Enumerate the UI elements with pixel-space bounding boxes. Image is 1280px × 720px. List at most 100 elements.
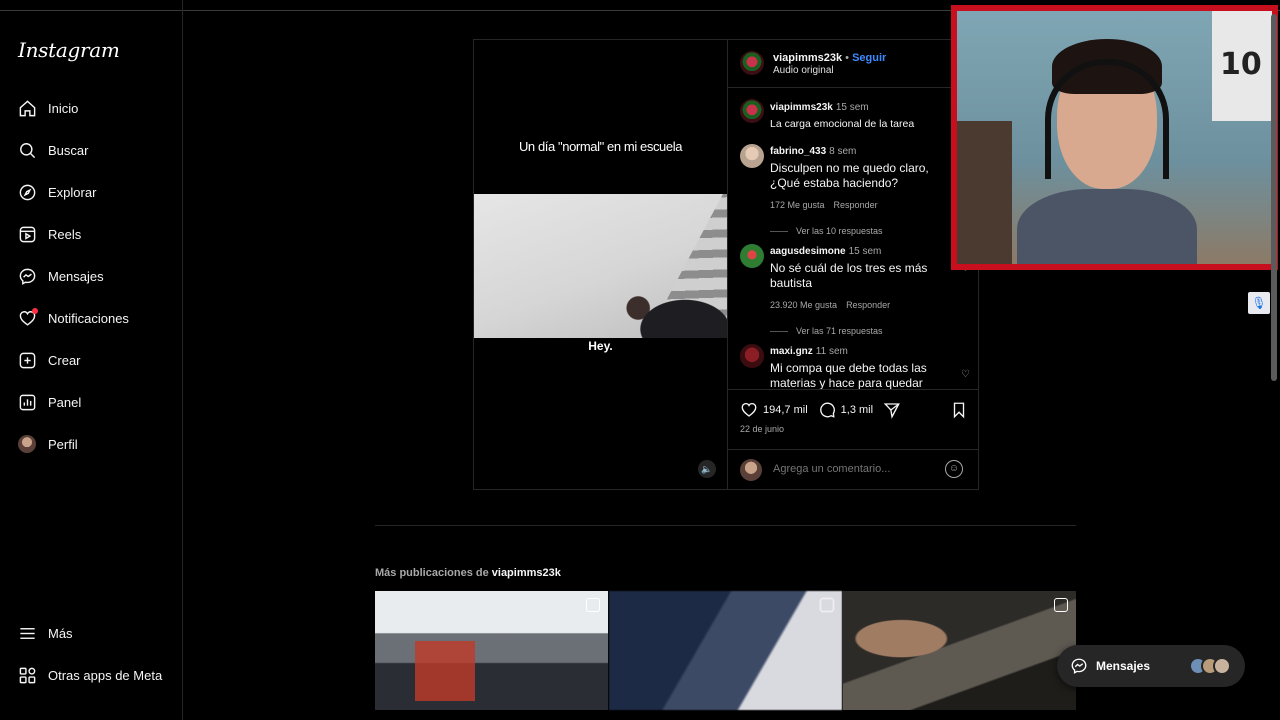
- more-posts-title: Más publicaciones de viapimms23k: [375, 567, 561, 579]
- share-icon[interactable]: [883, 401, 901, 419]
- avatar[interactable]: [740, 344, 764, 368]
- post-side-panel: viapimms23k • Seguir Audio original viap…: [727, 40, 979, 489]
- view-replies[interactable]: Ver las 10 respuestas: [770, 226, 960, 236]
- more-posts-username[interactable]: viapimms23k: [492, 567, 561, 579]
- post-thumbnail[interactable]: [843, 591, 1076, 710]
- post-actions: 194,7 mil 1,3 mil 22 de junio ☺: [728, 389, 979, 489]
- comment-username[interactable]: viapimms23k: [770, 102, 833, 113]
- view-replies[interactable]: Ver las 71 respuestas: [770, 326, 960, 336]
- avatar: [18, 435, 36, 453]
- audio-label[interactable]: Audio original: [773, 65, 834, 76]
- avatar: [740, 459, 762, 481]
- plus-square-icon: [17, 350, 37, 370]
- reels-icon: [820, 598, 834, 612]
- sidebar-item-label: Panel: [48, 394, 82, 410]
- author-avatar[interactable]: [740, 51, 764, 75]
- sidebar-item-label: Mensajes: [48, 268, 104, 284]
- webcam-person: [1017, 39, 1197, 264]
- reply-button[interactable]: Responder: [834, 200, 878, 210]
- sidebar-item-notificaciones[interactable]: Notificaciones: [0, 297, 182, 339]
- page-scrollbar[interactable]: [1271, 14, 1277, 381]
- notification-dot: [32, 308, 38, 314]
- messages-pill[interactable]: Mensajes: [1057, 645, 1245, 687]
- video-caption: Un día "normal" en mi escuela: [518, 139, 683, 154]
- like-icon[interactable]: [740, 401, 758, 419]
- sidebar-item-perfil[interactable]: Perfil: [0, 423, 182, 465]
- comments-list[interactable]: viapimms23k 15 sem La carga emocional de …: [728, 89, 979, 389]
- reply-button[interactable]: Responder: [846, 300, 890, 310]
- post-date: 22 de junio: [740, 424, 785, 434]
- comment-likes[interactable]: 172 Me gusta: [770, 200, 825, 210]
- comment-input[interactable]: [773, 463, 933, 475]
- sidebar-item-otras-apps[interactable]: Otras apps de Meta: [0, 654, 182, 696]
- post-header: viapimms23k • Seguir Audio original: [728, 40, 979, 88]
- sidebar-item-label: Crear: [48, 352, 81, 368]
- compass-icon: [17, 182, 37, 202]
- reels-icon: [17, 224, 37, 244]
- post-card: Un día "normal" en mi escuela Hey. 🔈 via…: [473, 39, 979, 490]
- author-username[interactable]: viapimms23k: [773, 52, 842, 64]
- sidebar-item-crear[interactable]: Crear: [0, 339, 182, 381]
- emoji-icon[interactable]: ☺: [945, 460, 963, 478]
- sidebar-item-reels[interactable]: Reels: [0, 213, 182, 255]
- avatar[interactable]: [740, 144, 764, 168]
- comment-time: 8 sem: [829, 146, 857, 157]
- video-frame: [474, 194, 727, 338]
- post-thumbnail[interactable]: [375, 591, 608, 710]
- comment-text: Mi compa que debe todas las materias y h…: [770, 361, 927, 389]
- heart-icon[interactable]: ♡: [961, 369, 970, 380]
- search-icon: [17, 140, 37, 160]
- sidebar-item-panel[interactable]: Panel: [0, 381, 182, 423]
- sidebar-item-mas[interactable]: Más: [0, 612, 182, 654]
- comment-username[interactable]: aagusdesimone: [770, 246, 846, 257]
- sidebar-item-label: Inicio: [48, 100, 79, 116]
- home-icon: [17, 98, 37, 118]
- messenger-icon: [1071, 658, 1087, 674]
- sidebar-nav: Inicio Buscar Explorar Reels Mensajes No…: [0, 87, 182, 465]
- comment-time: 15 sem: [835, 102, 869, 113]
- sidebar-item-buscar[interactable]: Buscar: [0, 129, 182, 171]
- comment-icon[interactable]: [818, 401, 836, 419]
- sidebar-item-label: Notificaciones: [48, 310, 129, 326]
- comment-time: 15 sem: [848, 246, 882, 257]
- author-avatar[interactable]: [740, 99, 764, 123]
- reels-icon: [1054, 598, 1068, 612]
- post-thumbnail[interactable]: [609, 591, 842, 710]
- section-divider: [375, 525, 1076, 526]
- caption-text: La carga emocional de la tarea: [770, 118, 915, 130]
- like-count[interactable]: 194,7 mil: [763, 404, 808, 416]
- comment-count: 1,3 mil: [840, 404, 874, 416]
- microphone-icon[interactable]: 🎙: [1248, 292, 1270, 314]
- follow-button[interactable]: Seguir: [852, 52, 886, 64]
- add-comment-bar: ☺: [728, 449, 979, 489]
- heart-icon: [17, 308, 38, 328]
- sidebar: Instagram Inicio Buscar Explorar Reels M…: [0, 0, 183, 720]
- avatar: [1213, 657, 1231, 675]
- video-subtitle: Hey.: [588, 339, 613, 353]
- chart-icon: [17, 392, 37, 412]
- messenger-icon: [17, 266, 37, 286]
- sidebar-item-explorar[interactable]: Explorar: [0, 171, 182, 213]
- sidebar-item-label: Otras apps de Meta: [48, 667, 163, 683]
- menu-icon: [17, 623, 37, 643]
- reel-video[interactable]: Un día "normal" en mi escuela Hey. 🔈: [474, 40, 727, 489]
- separator-dot: •: [845, 52, 850, 64]
- sidebar-item-mensajes[interactable]: Mensajes: [0, 255, 182, 297]
- comment-username[interactable]: fabrino_433: [770, 146, 826, 157]
- sidebar-item-label: Explorar: [48, 184, 97, 200]
- avatar[interactable]: [740, 244, 764, 268]
- sidebar-bottom: Más Otras apps de Meta: [0, 612, 182, 696]
- messages-label: Mensajes: [1096, 659, 1151, 673]
- sidebar-item-inicio[interactable]: Inicio: [0, 87, 182, 129]
- more-posts-grid: [375, 591, 1076, 710]
- bookmark-icon[interactable]: [950, 401, 968, 419]
- sidebar-item-label: Reels: [48, 226, 82, 242]
- comment-username[interactable]: maxi.gnz: [770, 346, 813, 357]
- messages-avatars: [1189, 657, 1231, 675]
- reels-icon: [586, 598, 600, 612]
- volume-icon[interactable]: 🔈: [698, 460, 716, 478]
- grid-icon: [17, 665, 37, 685]
- comment-text: No sé cuál de los tres es más bautista: [770, 261, 928, 290]
- comment-likes[interactable]: 23.920 Me gusta: [770, 300, 837, 310]
- instagram-logo[interactable]: Instagram: [18, 38, 120, 62]
